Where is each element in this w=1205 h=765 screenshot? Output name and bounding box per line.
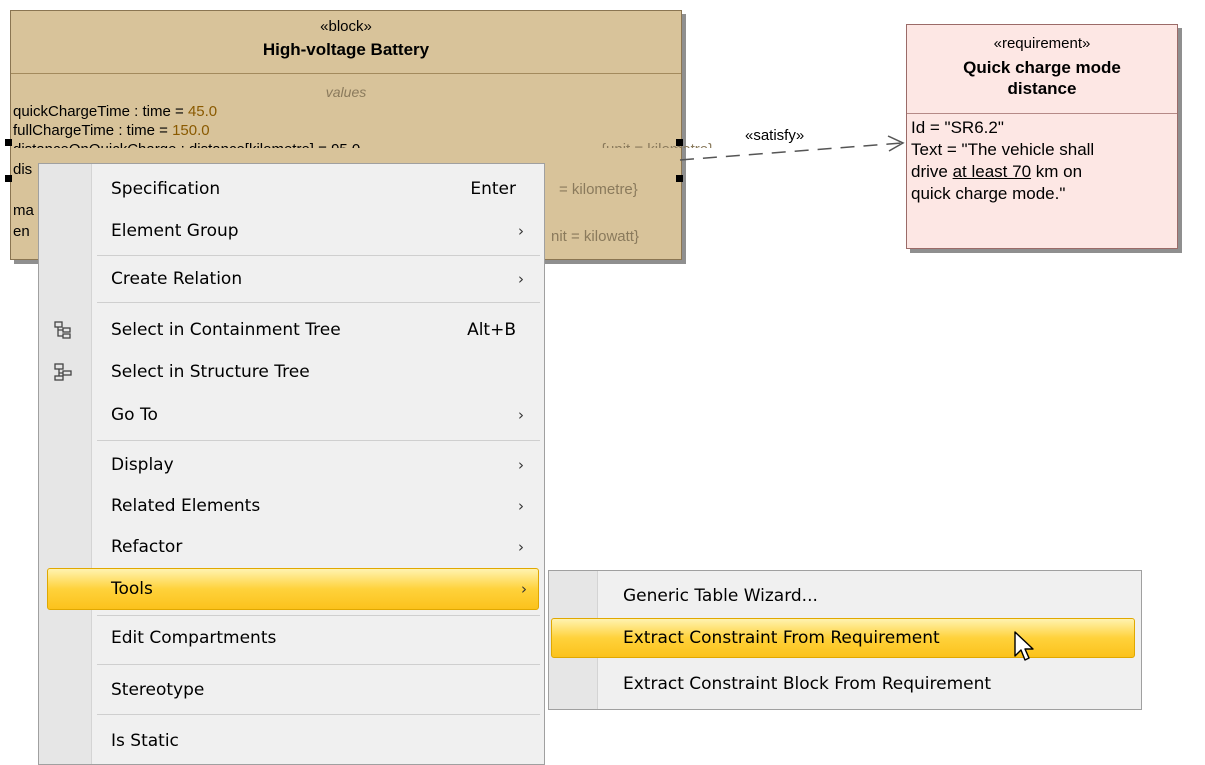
menu-item-edit-compartments[interactable]: Edit Compartments xyxy=(39,617,544,659)
menu-separator xyxy=(97,440,540,441)
menu-item-display[interactable]: Display › xyxy=(39,444,544,486)
requirement-divider xyxy=(907,113,1177,114)
requirement-stereotype: «requirement» xyxy=(993,35,1091,52)
menu-item-create-relation[interactable]: Create Relation › xyxy=(39,258,544,300)
requirement-id: Id = "SR6.2" xyxy=(911,118,1004,137)
menu-item-stereotype[interactable]: Stereotype xyxy=(39,669,544,711)
chevron-right-icon: › xyxy=(518,538,524,556)
satisfy-label: «satisfy» xyxy=(745,127,805,144)
requirement-title: Quick charge mode distance xyxy=(963,58,1121,98)
chevron-right-icon: › xyxy=(518,270,524,288)
containment-tree-icon xyxy=(54,321,71,339)
requirement-text-line: quick charge mode." xyxy=(911,184,1066,203)
requirement-text-line: Text = "The vehicle shall xyxy=(911,140,1095,159)
menu-separator xyxy=(97,302,540,303)
chevron-right-icon: › xyxy=(518,497,524,515)
mouse-pointer-icon xyxy=(1014,631,1034,661)
chevron-right-icon: › xyxy=(518,406,524,424)
requirement-text-line: drive at least 70 km on xyxy=(911,162,1083,181)
chevron-right-icon: › xyxy=(518,456,524,474)
menu-separator xyxy=(97,615,540,616)
tools-submenu: Generic Table Wizard... Extract Constrai… xyxy=(548,570,1142,710)
menu-item-specification[interactable]: Specification Enter xyxy=(39,168,544,210)
submenu-item-generic-table-wizard[interactable]: Generic Table Wizard... xyxy=(549,576,1141,616)
menu-item-refactor[interactable]: Refactor › xyxy=(39,526,544,568)
menu-separator xyxy=(97,255,540,256)
menu-item-is-static[interactable]: Is Static xyxy=(39,720,544,762)
structure-tree-icon xyxy=(54,363,72,381)
requirement-quick-charge-mode-distance[interactable]: «requirement» Quick charge mode distance… xyxy=(906,24,1178,249)
requirement-body: Id = "SR6.2" Text = "The vehicle shall d… xyxy=(911,117,1173,205)
menu-item-tools[interactable]: Tools › xyxy=(47,568,539,610)
menu-separator xyxy=(97,714,540,715)
menu-separator xyxy=(97,664,540,665)
submenu-item-extract-constraint-block-from-requirement[interactable]: Extract Constraint Block From Requiremen… xyxy=(549,664,1141,704)
menu-item-go-to[interactable]: Go To › xyxy=(39,394,544,436)
menu-item-element-group[interactable]: Element Group › xyxy=(39,210,544,252)
submenu-item-extract-constraint-from-requirement[interactable]: Extract Constraint From Requirement xyxy=(551,618,1135,658)
menu-item-related-elements[interactable]: Related Elements › xyxy=(39,485,544,527)
context-menu: Specification Enter Element Group › Crea… xyxy=(38,163,545,765)
chevron-right-icon: › xyxy=(518,222,524,240)
chevron-right-icon: › xyxy=(521,580,527,598)
menu-item-select-in-containment-tree[interactable]: Select in Containment Tree Alt+B xyxy=(39,309,544,351)
menu-item-select-in-structure-tree[interactable]: Select in Structure Tree xyxy=(39,351,544,393)
